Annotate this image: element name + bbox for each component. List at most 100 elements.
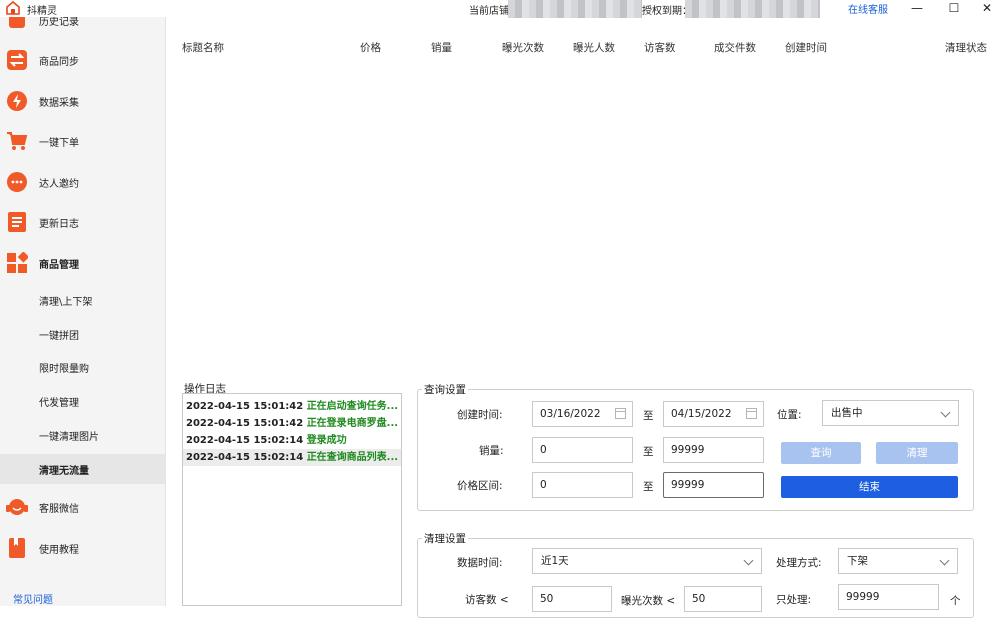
price-from-input[interactable]: 0 [532, 472, 633, 498]
sidebar-item-product-sync[interactable]: 商品同步 [0, 44, 165, 78]
log-message: 正在启动查询任务... [306, 401, 399, 412]
position-value: 出售中 [831, 407, 863, 419]
calendar-icon[interactable] [615, 408, 626, 419]
created-from-value: 03/16/2022 [540, 408, 601, 420]
column-header-created[interactable]: 创建时间 [785, 40, 827, 55]
search-button[interactable]: 查询 [781, 442, 861, 464]
log-message: 登录成功 [306, 435, 347, 446]
subitem-label: 一键清理图片 [39, 432, 99, 443]
headset-icon [6, 499, 28, 515]
operation-log[interactable]: 2022-04-15 15:01:42 正在启动查询任务... 2022-04-… [182, 393, 402, 606]
faq-link[interactable]: 常见问题 [13, 591, 53, 606]
cart-icon [7, 132, 28, 150]
column-header-title[interactable]: 标题名称 [182, 40, 224, 55]
column-header-sales[interactable]: 销量 [431, 40, 452, 55]
subitem-label: 清理\上下架 [39, 297, 93, 308]
sidebar-item-one-click-order[interactable]: 一键下单 [0, 125, 165, 159]
sidebar-item-data-collect[interactable]: 数据采集 [0, 85, 165, 119]
only-process-label: 只处理: [776, 594, 812, 606]
clean-settings-title: 清理设置 [422, 531, 468, 546]
sidebar-item-label: 商品管理 [39, 260, 79, 271]
column-header-price[interactable]: 价格 [360, 40, 381, 55]
maximize-button[interactable]: ☐ [939, 0, 969, 17]
sidebar-item-service-wechat[interactable]: 客服微信 [0, 491, 165, 525]
sidebar-item-label: 商品同步 [39, 57, 79, 68]
online-service-link[interactable]: 在线客服 [848, 1, 888, 16]
minimize-button[interactable]: — [902, 0, 932, 17]
store-name-redacted [508, 0, 642, 18]
position-label: 位置: [777, 409, 802, 421]
sidebar-item-label: 历史记录 [39, 17, 79, 28]
subitem-label: 清理无流量 [39, 466, 89, 477]
sidebar-item-label: 使用教程 [39, 545, 79, 556]
method-value: 下架 [847, 555, 868, 567]
close-button[interactable]: ✕ [972, 0, 1000, 17]
log-entry[interactable]: 2022-04-15 15:01:42 正在启动查询任务... [183, 398, 401, 415]
sales-from-input[interactable]: 0 [532, 437, 633, 463]
log-entry[interactable]: 2022-04-15 15:01:42 正在登录电商罗盘... [183, 415, 401, 432]
column-header-exposure-users[interactable]: 曝光人数 [573, 40, 615, 55]
to-label: 至 [643, 410, 654, 422]
subitem-label: 代发管理 [39, 398, 79, 409]
to-label: 至 [643, 446, 654, 458]
created-to-date[interactable]: 04/15/2022 [663, 401, 764, 427]
method-select[interactable]: 下架 [838, 548, 958, 574]
exposure-value: 50 [692, 593, 706, 605]
created-to-value: 04/15/2022 [671, 408, 732, 420]
sidebar-item-history[interactable]: 历史记录 [0, 17, 165, 38]
subitem-clean-no-traffic[interactable]: 清理无流量 [0, 454, 165, 484]
created-time-label: 创建时间: [457, 409, 503, 421]
chevron-down-icon [940, 407, 951, 418]
subitem-clean-shelf[interactable]: 清理\上下架 [0, 285, 165, 315]
data-time-value: 近1天 [541, 555, 569, 567]
chat-icon [7, 172, 27, 192]
column-header-exposure-count[interactable]: 曝光次数 [502, 40, 544, 55]
column-header-deals[interactable]: 成交件数 [714, 40, 756, 55]
only-process-input[interactable]: 99999 [838, 584, 939, 610]
chevron-down-icon [939, 555, 950, 566]
subitem-dropship[interactable]: 代发管理 [0, 386, 165, 416]
sales-to-input[interactable]: 99999 [663, 437, 764, 463]
app-logo-icon [6, 1, 20, 15]
sidebar-item-changelog[interactable]: 更新日志 [0, 206, 165, 240]
visitors-label: 访客数 < [465, 594, 509, 606]
query-settings-title: 查询设置 [422, 382, 468, 397]
sidebar-item-label: 达人邀约 [39, 179, 79, 190]
chevron-down-icon [743, 555, 754, 566]
sidebar-item-label: 数据采集 [39, 98, 79, 109]
sidebar-item-label: 一键下单 [39, 138, 79, 149]
exposure-input[interactable]: 50 [684, 586, 762, 612]
sidebar-item-product-manage[interactable]: 商品管理 [0, 247, 165, 281]
log-message: 正在登录电商罗盘... [306, 418, 399, 429]
end-button[interactable]: 结束 [781, 476, 958, 498]
price-from-value: 0 [540, 479, 547, 491]
sidebar-item-label: 客服微信 [39, 504, 79, 515]
list-icon [8, 212, 26, 232]
history-icon [9, 17, 25, 28]
visitors-value: 50 [540, 593, 554, 605]
log-entry[interactable]: 2022-04-15 15:02:14 正在查询商品列表... [183, 449, 401, 466]
column-header-clean-status[interactable]: 清理状态 [945, 40, 987, 55]
visitors-input[interactable]: 50 [532, 586, 612, 612]
subitem-clean-images[interactable]: 一键清理图片 [0, 420, 165, 450]
title-bar: 抖精灵 当前店铺 授权到期： 在线客服 — ☐ ✕ [0, 0, 1000, 18]
subitem-group-buy[interactable]: 一键拼团 [0, 319, 165, 349]
column-header-visitors[interactable]: 访客数 [644, 40, 676, 55]
method-label: 处理方式: [776, 557, 822, 569]
clean-button[interactable]: 清理 [876, 442, 958, 464]
to-label: 至 [643, 481, 654, 493]
price-to-value: 99999 [671, 479, 705, 491]
sidebar-item-influencer-invite[interactable]: 达人邀约 [0, 166, 165, 200]
subitem-label: 一键拼团 [39, 331, 79, 342]
position-select[interactable]: 出售中 [822, 400, 959, 426]
log-message: 正在查询商品列表... [306, 452, 399, 463]
data-time-label: 数据时间: [457, 557, 503, 569]
created-from-date[interactable]: 03/16/2022 [532, 401, 633, 427]
log-entry[interactable]: 2022-04-15 15:02:14 登录成功 [183, 432, 401, 449]
sidebar-item-tutorial[interactable]: 使用教程 [0, 532, 165, 566]
price-to-input[interactable]: 99999 [663, 472, 764, 498]
calendar-icon[interactable] [746, 408, 757, 419]
data-time-select[interactable]: 近1天 [532, 548, 762, 574]
sales-to-value: 99999 [671, 444, 705, 456]
subitem-flash-sale[interactable]: 限时限量购 [0, 352, 165, 382]
